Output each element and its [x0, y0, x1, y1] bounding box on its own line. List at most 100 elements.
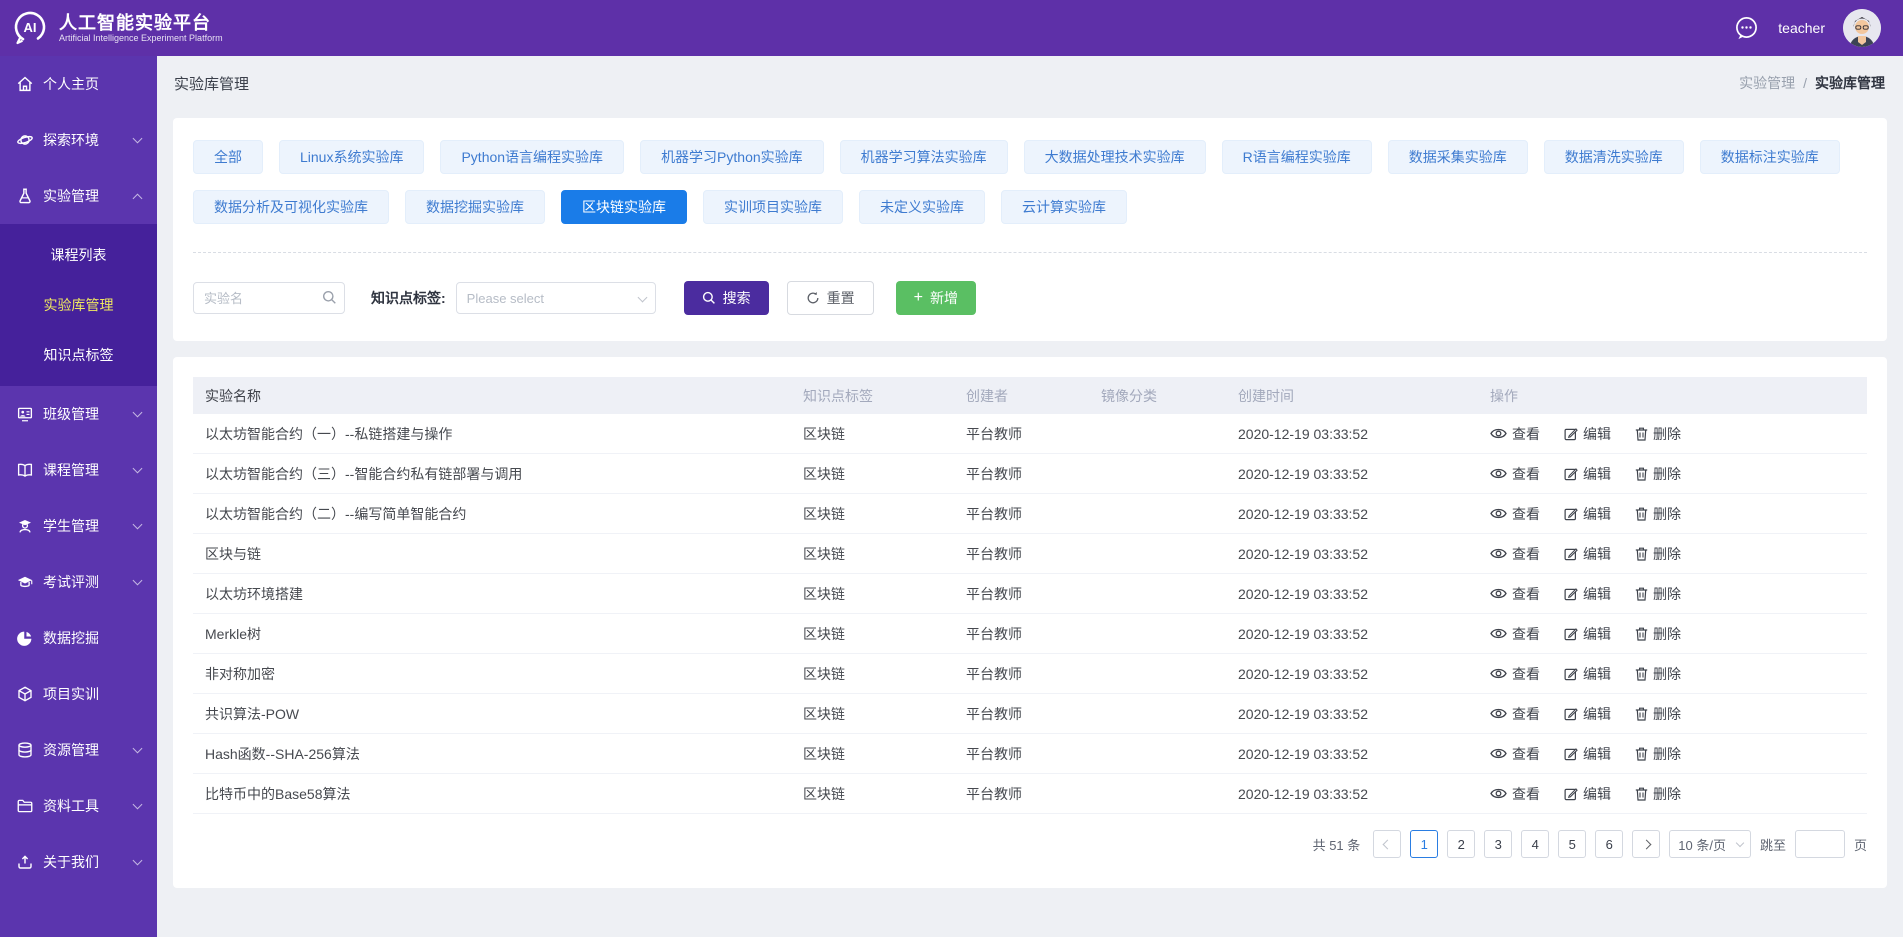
reset-button[interactable]: 重置 [787, 281, 874, 315]
sidebar-item-experiment-mgmt[interactable]: 实验管理 [0, 168, 157, 224]
page-number-button[interactable]: 1 [1410, 830, 1438, 858]
add-button[interactable]: + 新增 [896, 281, 976, 315]
sidebar-item-data-mining[interactable]: 数据挖掘 [0, 610, 157, 666]
table-row: Hash函数--SHA-256算法 区块链 平台教师 2020-12-19 03… [193, 734, 1867, 774]
view-button[interactable]: 查看 [1490, 504, 1540, 524]
delete-button[interactable]: 删除 [1635, 464, 1681, 484]
message-bubble-icon[interactable] [1733, 15, 1760, 42]
delete-button[interactable]: 删除 [1635, 584, 1681, 604]
filter-tag-button[interactable]: 数据标注实验库 [1700, 140, 1840, 174]
trash-icon [1635, 467, 1648, 481]
filter-tag-button[interactable]: 全部 [193, 140, 263, 174]
cell-experiment-name: 区块与链 [193, 544, 791, 564]
page-number-button[interactable]: 4 [1521, 830, 1549, 858]
view-button[interactable]: 查看 [1490, 464, 1540, 484]
delete-button[interactable]: 删除 [1635, 624, 1681, 644]
page-number-button[interactable]: 5 [1558, 830, 1586, 858]
sidebar-item-material-tools[interactable]: 资料工具 [0, 778, 157, 834]
student-icon [16, 517, 34, 535]
filter-tag-button[interactable]: Python语言编程实验库 [440, 140, 624, 174]
filter-tag-button[interactable]: R语言编程实验库 [1222, 140, 1372, 174]
edit-button[interactable]: 编辑 [1564, 544, 1611, 564]
user-avatar[interactable] [1843, 9, 1881, 47]
view-button[interactable]: 查看 [1490, 584, 1540, 604]
filter-tag-button[interactable]: 大数据处理技术实验库 [1024, 140, 1206, 174]
sidebar-subitem[interactable]: 课程列表 [0, 230, 157, 280]
sidebar-nav: 个人主页 探索环境 实验管理 课程列表实验库管理知识点标签 班级管理 [0, 56, 157, 937]
edit-button[interactable]: 编辑 [1564, 504, 1611, 524]
sidebar-item-class-mgmt[interactable]: 班级管理 [0, 386, 157, 442]
view-button[interactable]: 查看 [1490, 544, 1540, 564]
cell-experiment-name: 共识算法-POW [193, 704, 791, 724]
prev-page-button[interactable] [1373, 830, 1401, 858]
filter-tag-button[interactable]: Linux系统实验库 [279, 140, 424, 174]
edit-button[interactable]: 编辑 [1564, 464, 1611, 484]
delete-button[interactable]: 删除 [1635, 784, 1681, 804]
view-button[interactable]: 查看 [1490, 704, 1540, 724]
page-number-button[interactable]: 3 [1484, 830, 1512, 858]
edit-icon [1564, 467, 1578, 481]
edit-button[interactable]: 编辑 [1564, 584, 1611, 604]
sidebar-item-about-us[interactable]: 关于我们 [0, 834, 157, 890]
sidebar-item-exam-eval[interactable]: 考试评测 [0, 554, 157, 610]
page-number-button[interactable]: 6 [1595, 830, 1623, 858]
view-button[interactable]: 查看 [1490, 624, 1540, 644]
edit-button[interactable]: 编辑 [1564, 424, 1611, 444]
filter-tag-button[interactable]: 实训项目实验库 [703, 190, 843, 224]
view-button[interactable]: 查看 [1490, 744, 1540, 764]
filter-tag-button[interactable]: 数据清洗实验库 [1544, 140, 1684, 174]
trash-icon [1635, 747, 1648, 761]
edit-button[interactable]: 编辑 [1564, 744, 1611, 764]
sidebar-item-course-mgmt[interactable]: 课程管理 [0, 442, 157, 498]
knowledge-tag-select[interactable]: Please select [456, 282, 656, 314]
delete-button[interactable]: 删除 [1635, 704, 1681, 724]
edit-button[interactable]: 编辑 [1564, 784, 1611, 804]
filter-tag-button[interactable]: 区块链实验库 [561, 190, 687, 224]
filter-tag-button[interactable]: 数据挖掘实验库 [405, 190, 545, 224]
edit-button[interactable]: 编辑 [1564, 704, 1611, 724]
filter-tag-button[interactable]: 机器学习Python实验库 [640, 140, 824, 174]
delete-button[interactable]: 删除 [1635, 664, 1681, 684]
jump-page-input[interactable] [1795, 830, 1845, 858]
edit-icon [1564, 587, 1578, 601]
cell-created-time: 2020-12-19 03:33:52 [1226, 626, 1478, 642]
app-header: AI 人工智能实验平台 Artificial Intelligence Expe… [0, 0, 1903, 56]
cell-knowledge-tag: 区块链 [791, 744, 954, 764]
chevron-down-icon [133, 134, 143, 144]
view-button[interactable]: 查看 [1490, 664, 1540, 684]
filter-tag-button[interactable]: 机器学习算法实验库 [840, 140, 1008, 174]
view-button[interactable]: 查看 [1490, 784, 1540, 804]
sidebar-item-resource-mgmt[interactable]: 资源管理 [0, 722, 157, 778]
sidebar-item-student-mgmt[interactable]: 学生管理 [0, 498, 157, 554]
edit-button[interactable]: 编辑 [1564, 664, 1611, 684]
delete-button[interactable]: 删除 [1635, 544, 1681, 564]
search-toolbar: 知识点标签: Please select 搜索 重置 + [193, 281, 1867, 315]
pie-chart-icon [16, 629, 34, 647]
delete-button[interactable]: 删除 [1635, 744, 1681, 764]
sidebar-item-personal-home[interactable]: 个人主页 [0, 56, 157, 112]
sidebar-subitem[interactable]: 知识点标签 [0, 330, 157, 380]
filter-tag-button[interactable]: 未定义实验库 [859, 190, 985, 224]
filter-tag-button[interactable]: 数据分析及可视化实验库 [193, 190, 389, 224]
main-content: 实验库管理 实验管理 / 实验库管理 全部Linux系统实验库Python语言编… [157, 0, 1903, 888]
cell-experiment-name: 比特币中的Base58算法 [193, 784, 791, 804]
cell-creator: 平台教师 [954, 704, 1089, 724]
chevron-down-icon [133, 576, 143, 586]
search-button[interactable]: 搜索 [684, 281, 769, 315]
delete-button[interactable]: 删除 [1635, 504, 1681, 524]
table-row: 非对称加密 区块链 平台教师 2020-12-19 03:33:52 查看 [193, 654, 1867, 694]
view-button[interactable]: 查看 [1490, 424, 1540, 444]
page-number-button[interactable]: 2 [1447, 830, 1475, 858]
filter-tag-button[interactable]: 云计算实验库 [1001, 190, 1127, 224]
sidebar-item-project-training[interactable]: 项目实训 [0, 666, 157, 722]
filter-tag-button[interactable]: 数据采集实验库 [1388, 140, 1528, 174]
page-size-select[interactable]: 10 条/页 [1669, 830, 1751, 858]
next-page-button[interactable] [1632, 830, 1660, 858]
delete-button[interactable]: 删除 [1635, 424, 1681, 444]
edit-button[interactable]: 编辑 [1564, 624, 1611, 644]
breadcrumb-parent[interactable]: 实验管理 [1739, 73, 1795, 93]
sidebar-item-explore-env[interactable]: 探索环境 [0, 112, 157, 168]
breadcrumb-current: 实验库管理 [1815, 73, 1885, 93]
sidebar-subitem[interactable]: 实验库管理 [0, 280, 157, 330]
total-count-label: 共 51 条 [1313, 835, 1361, 854]
